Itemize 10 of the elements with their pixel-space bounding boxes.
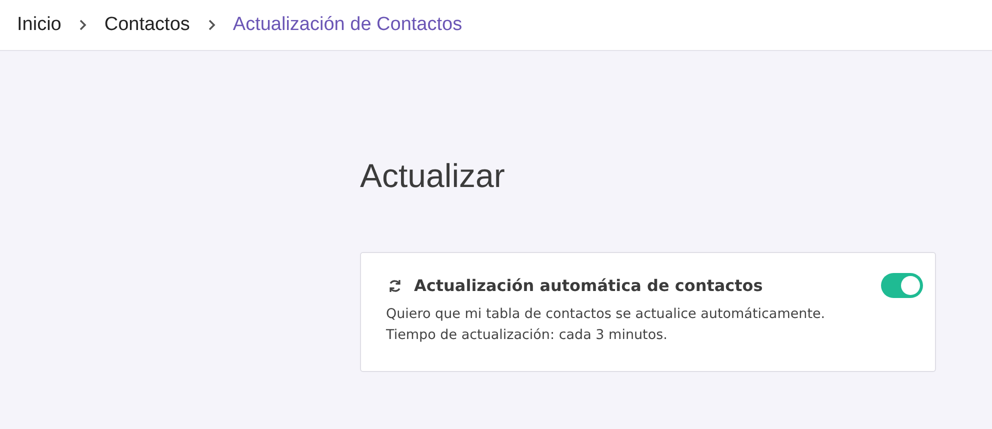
setting-description: Quiero que mi tabla de contactos se actualice automáticamente. (386, 305, 826, 324)
setting-description: Tiempo de actualización: cada 3 minutos. (386, 326, 668, 345)
page-title: Actualizar (360, 156, 506, 196)
setting-title: Actualización automática de contactos (414, 276, 764, 295)
breadcrumb-link[interactable]: Contactos (104, 14, 190, 36)
chevron-right-icon (208, 19, 216, 31)
toggle-switch[interactable] (881, 273, 923, 298)
breadcrumb-link[interactable]: Actualización de Contactos (232, 14, 462, 36)
breadcrumb-link[interactable]: Inicio (17, 14, 62, 36)
chevron-right-icon (79, 19, 88, 31)
